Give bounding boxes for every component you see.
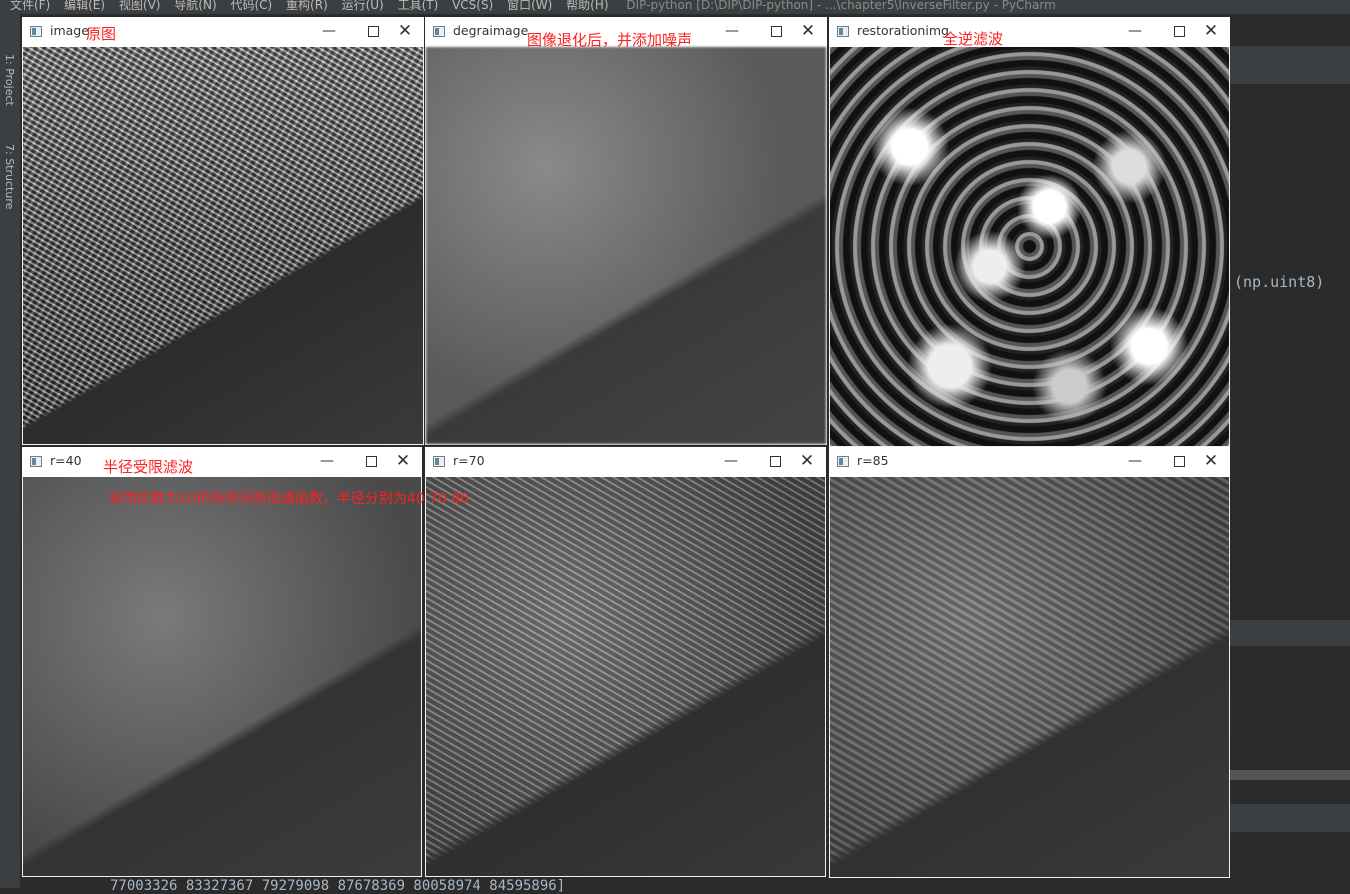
maximize-icon	[1173, 455, 1185, 467]
window-r85[interactable]: r=85 — ✕	[829, 447, 1230, 878]
code-line: (np.uint8)	[1234, 273, 1325, 291]
app-icon	[837, 26, 849, 37]
window-r70[interactable]: r=70 — ✕	[425, 447, 826, 877]
filtered-image-r40	[23, 477, 421, 876]
minimize-button[interactable]: —	[1120, 20, 1150, 42]
maximize-button[interactable]	[761, 20, 791, 42]
app-icon	[433, 456, 445, 467]
note-degraded: 图像退化后，并添加噪声	[527, 31, 693, 49]
maximize-icon	[769, 455, 781, 467]
console-output-line: 77003326 83327367 79279098 87678369 8005…	[110, 878, 566, 894]
menu-code[interactable]: 代码(C)	[230, 0, 272, 11]
minimize-button[interactable]: —	[312, 450, 342, 472]
app-icon	[837, 456, 849, 467]
structure-tab[interactable]: 7: Structure	[2, 144, 16, 209]
window-titlebar[interactable]: image — ✕	[22, 17, 424, 47]
project-tab[interactable]: 1: Project	[2, 54, 16, 106]
menu-tools[interactable]: 工具(T)	[398, 0, 439, 11]
degraded-image	[426, 47, 826, 444]
window-title: restorationimg	[857, 23, 949, 38]
editor-tabbar	[1230, 46, 1350, 84]
window-titlebar[interactable]: r=40 — ✕	[22, 447, 422, 477]
window-title: r=40	[50, 453, 82, 468]
close-button[interactable]: ✕	[1196, 20, 1226, 42]
window-title: r=85	[857, 453, 889, 468]
window-degraimage[interactable]: degraimage — ✕	[425, 17, 827, 445]
panel-divider	[1230, 770, 1350, 780]
window-title: degraimage	[453, 23, 529, 38]
window-image[interactable]: image — ✕	[22, 17, 424, 445]
close-button[interactable]: ✕	[388, 450, 418, 472]
menu-window[interactable]: 窗口(W)	[507, 0, 552, 11]
app-icon	[30, 456, 42, 467]
maximize-button[interactable]	[358, 20, 388, 42]
close-button[interactable]: ✕	[792, 450, 822, 472]
maximize-icon	[365, 455, 377, 467]
ide-window-title: DIP-python [D:\DIP\DIP-python] - ...\cha…	[626, 0, 1056, 12]
maximize-button[interactable]	[356, 450, 386, 472]
minimize-button[interactable]: —	[1120, 450, 1150, 472]
minimize-button[interactable]: —	[717, 20, 747, 42]
minimize-button[interactable]: —	[716, 450, 746, 472]
restoration-image	[830, 47, 1229, 446]
ide-menubar: 文件(F) 编辑(E) 视图(V) 导航(N) 代码(C) 重构(R) 运行(U…	[0, 0, 1350, 14]
window-titlebar[interactable]: r=70 — ✕	[425, 447, 826, 477]
window-restorationimg[interactable]: restorationimg — ✕	[829, 17, 1230, 447]
window-title: r=70	[453, 453, 485, 468]
menu-file[interactable]: 文件(F)	[10, 0, 50, 11]
note-original: 原图	[86, 25, 117, 43]
maximize-icon	[770, 25, 782, 37]
window-titlebar[interactable]: r=85 — ✕	[829, 447, 1230, 477]
app-icon	[433, 26, 445, 37]
filtered-image-r85	[830, 477, 1229, 877]
maximize-icon	[367, 25, 379, 37]
menu-run[interactable]: 运行(U)	[342, 0, 384, 11]
window-r40[interactable]: r=40 — ✕	[22, 447, 422, 877]
original-image	[23, 47, 423, 444]
maximize-icon	[1173, 25, 1185, 37]
run-toolbar	[1230, 804, 1350, 832]
maximize-button[interactable]	[760, 450, 790, 472]
window-titlebar[interactable]: restorationimg — ✕	[829, 17, 1230, 47]
menu-help[interactable]: 帮助(H)	[566, 0, 608, 11]
note-inverse-filter: 全逆滤波	[943, 30, 1004, 48]
app-icon	[30, 26, 42, 37]
close-button[interactable]: ✕	[1196, 450, 1226, 472]
close-button[interactable]: ✕	[793, 20, 823, 42]
filtered-image-r70	[426, 477, 825, 876]
menu-edit[interactable]: 编辑(E)	[64, 0, 105, 11]
window-title: image	[50, 23, 89, 38]
close-button[interactable]: ✕	[390, 20, 420, 42]
menu-view[interactable]: 视图(V)	[119, 0, 161, 11]
note-radius-limited: 半径受限滤波	[103, 458, 194, 476]
run-panel-header	[1230, 620, 1350, 646]
note-butterworth: 采用阶数为10的布特沃斯低通函数，半径分别为40 70 80	[109, 491, 470, 507]
ide-tool-strip: 1: Project 7: Structure	[0, 14, 21, 888]
minimize-button[interactable]: —	[314, 20, 344, 42]
menu-vcs[interactable]: VCS(S)	[452, 0, 493, 11]
menu-navigate[interactable]: 导航(N)	[174, 0, 216, 11]
maximize-button[interactable]	[1164, 450, 1194, 472]
ide-editor-pane	[1230, 14, 1350, 888]
maximize-button[interactable]	[1164, 20, 1194, 42]
menu-refactor[interactable]: 重构(R)	[286, 0, 328, 11]
